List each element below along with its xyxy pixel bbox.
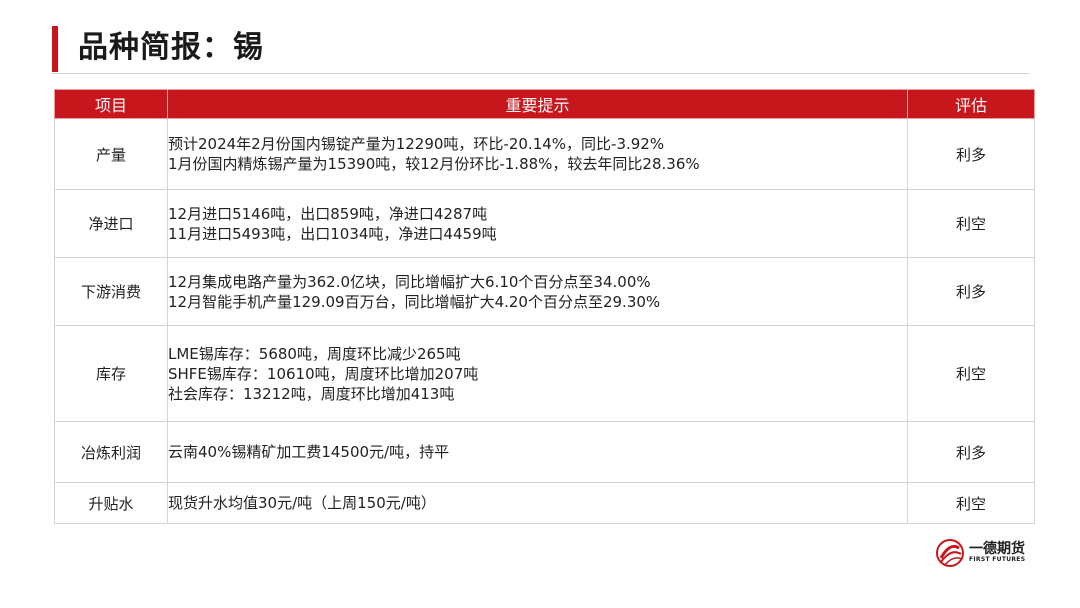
title-divider: [52, 73, 1029, 74]
table-row-downstream: 下游消费 12月集成电路产量为362.0亿块，同比增幅扩大6.10个百分点至34…: [54, 257, 1035, 326]
logo-name: 一德期货: [969, 541, 1025, 557]
row-eval: 利空: [907, 325, 1035, 422]
hint-line: 12月集成电路产量为362.0亿块，同比增幅扩大6.10个百分点至34.00%: [168, 272, 651, 291]
row-hints: 云南40%锡精矿加工费14500元/吨，持平: [167, 421, 908, 483]
row-hints: 现货升水均值30元/吨（上周150元/吨）: [167, 482, 908, 524]
row-item: 净进口: [54, 189, 168, 258]
row-eval: 利多: [907, 118, 1035, 190]
logo-subtitle: FIRST FUTURES: [969, 556, 1026, 563]
hint-line: 现货升水均值30元/吨（上周150元/吨）: [168, 494, 436, 512]
table-row-premium: 升贴水 现货升水均值30元/吨（上周150元/吨） 利空: [54, 482, 1035, 524]
row-eval: 利多: [907, 421, 1035, 483]
row-eval: 利空: [907, 189, 1035, 258]
row-item: 下游消费: [54, 257, 168, 326]
hint-line: 11月进口5493吨，出口1034吨，净进口4459吨: [168, 224, 497, 243]
row-item: 升贴水: [54, 482, 168, 524]
hint-line: SHFE锡库存：10610吨，周度环比增加207吨: [168, 364, 479, 383]
header-hint: 重要提示: [167, 89, 908, 119]
table-header-row: 项目 重要提示 评估: [54, 89, 1035, 119]
header-eval: 评估: [907, 89, 1035, 119]
table-row-smelting-profit: 冶炼利润 云南40%锡精矿加工费14500元/吨，持平 利多: [54, 421, 1035, 483]
hint-line: 社会库存：13212吨，周度环比增加413吨: [168, 384, 455, 403]
row-eval: 利空: [907, 482, 1035, 524]
table-row-output: 产量 预计2024年2月份国内锡锭产量为12290吨，环比-20.14%，同比-…: [54, 118, 1035, 190]
row-item: 产量: [54, 118, 168, 190]
hint-line: 预计2024年2月份国内锡锭产量为12290吨，环比-20.14%，同比-3.9…: [168, 135, 665, 153]
company-logo: 一德期货 FIRST FUTURES: [935, 536, 1035, 570]
hint-line: 12月智能手机产量129.09百万台，同比增幅扩大4.20个百分点至29.30%: [168, 292, 661, 311]
hint-line: 12月进口5146吨，出口859吨，净进口4287吨: [168, 204, 488, 223]
row-hints: LME锡库存：5680吨，周度环比减少265吨 SHFE锡库存：10610吨，周…: [167, 325, 908, 422]
hint-line: 1月份国内精炼锡产量为15390吨，较12月份环比-1.88%，较去年同比28.…: [168, 155, 700, 173]
page-title: 品种简报：锡: [78, 30, 264, 65]
row-hints: 12月进口5146吨，出口859吨，净进口4287吨 11月进口5493吨，出口…: [167, 189, 908, 258]
table-row-inventory: 库存 LME锡库存：5680吨，周度环比减少265吨 SHFE锡库存：10610…: [54, 325, 1035, 422]
row-eval: 利多: [907, 257, 1035, 326]
row-item: 库存: [54, 325, 168, 422]
report-table: 项目 重要提示 评估 产量 预计2024年2月份国内锡锭产量为12290吨，环比…: [54, 89, 1035, 524]
header-item: 项目: [54, 89, 168, 119]
table-row-net-import: 净进口 12月进口5146吨，出口859吨，净进口4287吨 11月进口5493…: [54, 189, 1035, 258]
row-hints: 12月集成电路产量为362.0亿块，同比增幅扩大6.10个百分点至34.00% …: [167, 257, 908, 326]
hint-line: LME锡库存：5680吨，周度环比减少265吨: [168, 344, 461, 363]
hint-line: 云南40%锡精矿加工费14500元/吨，持平: [168, 443, 450, 461]
title-accent-bar: [52, 26, 58, 72]
row-hints: 预计2024年2月份国内锡锭产量为12290吨，环比-20.14%，同比-3.9…: [167, 118, 908, 190]
row-item: 冶炼利润: [54, 421, 168, 483]
first-futures-logo-icon: [936, 539, 964, 567]
